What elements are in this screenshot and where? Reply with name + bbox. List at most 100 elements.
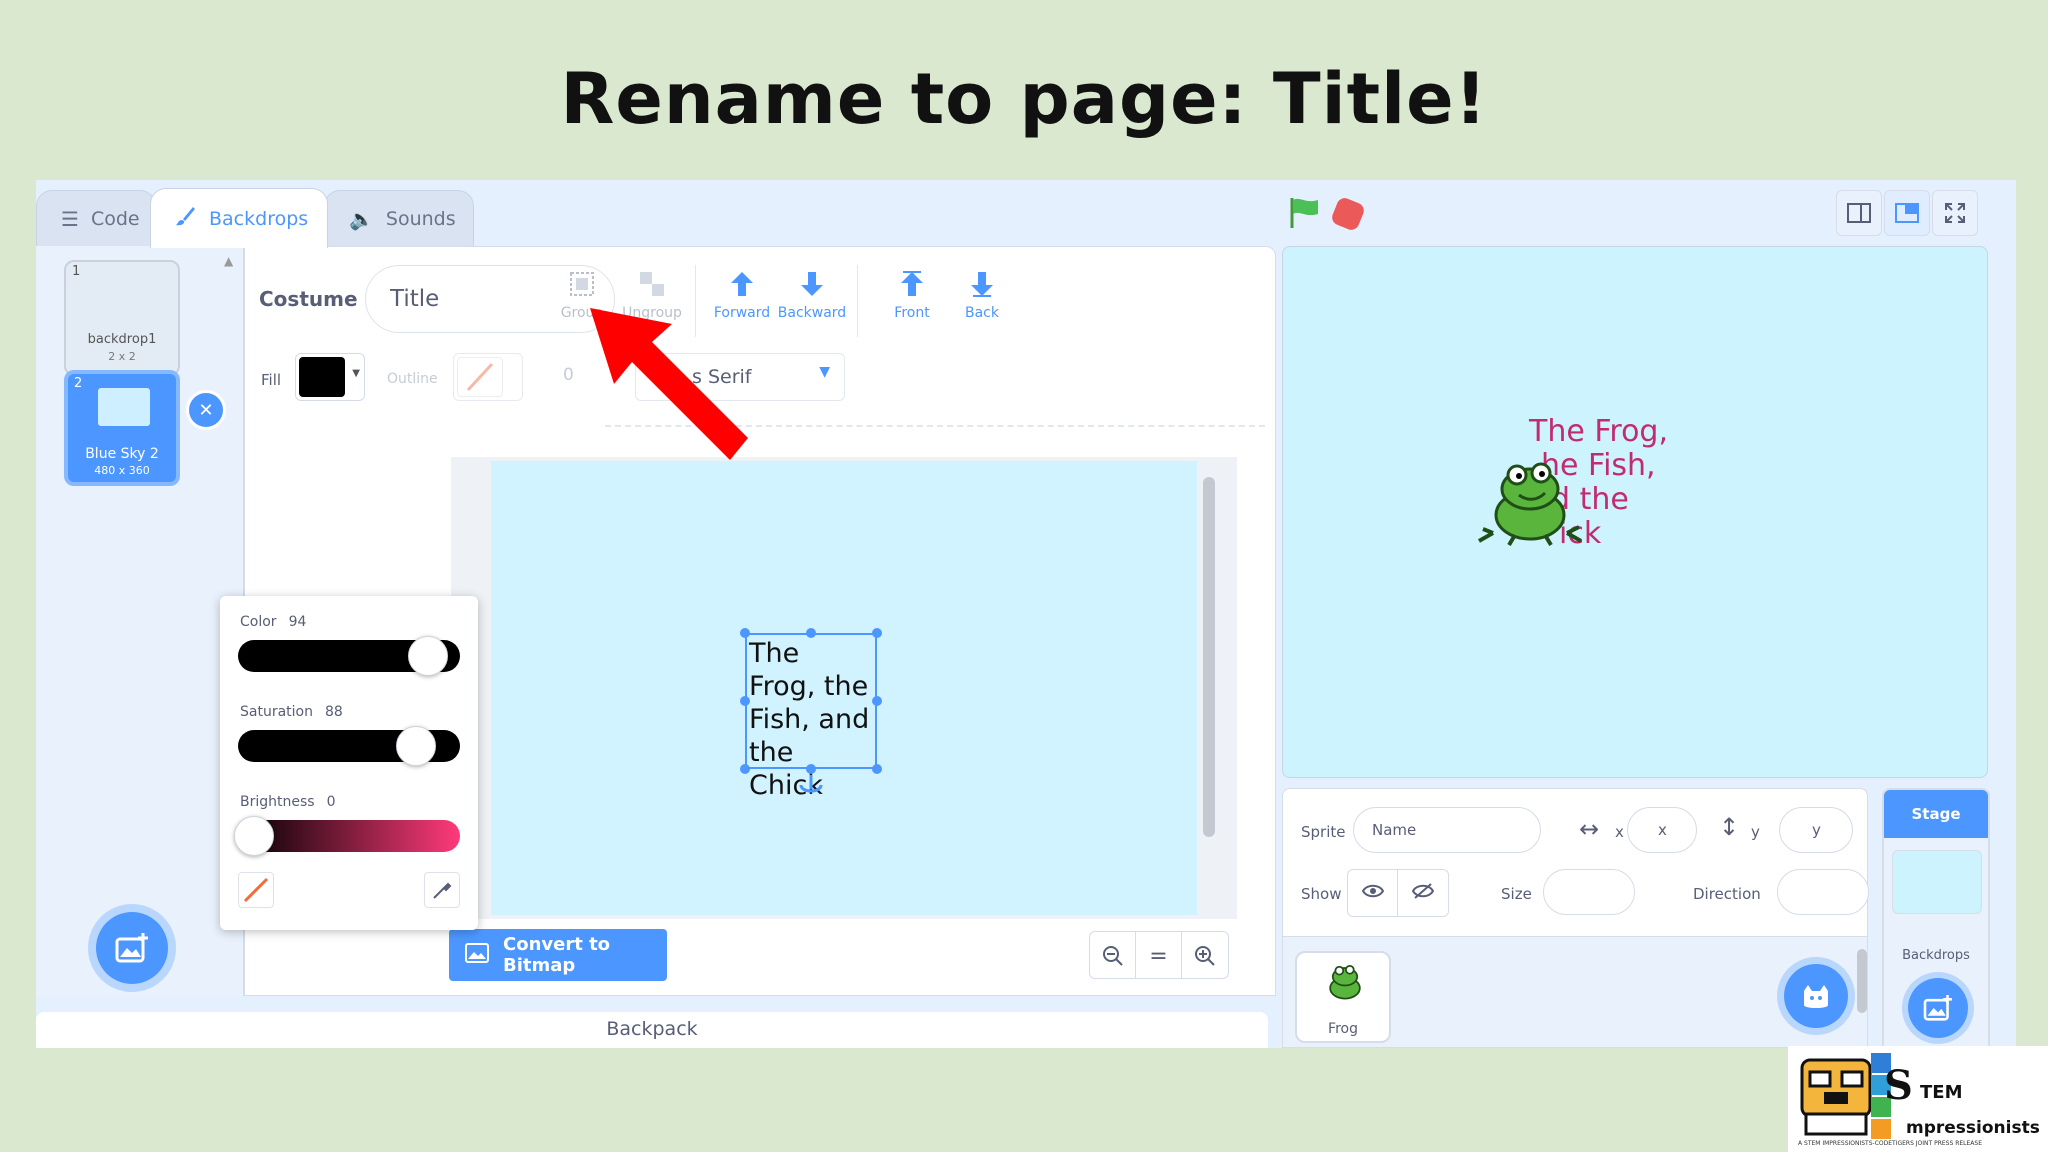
no-fill-button[interactable] <box>238 872 274 908</box>
fill-color-swatch[interactable]: ▼ <box>295 353 365 401</box>
x-input[interactable]: x <box>1627 807 1697 853</box>
x-placeholder: x <box>1658 821 1667 839</box>
resize-handle[interactable] <box>740 696 750 706</box>
eyedropper-button[interactable] <box>424 872 460 908</box>
small-stage-icon <box>1847 203 1871 223</box>
y-label: y <box>1751 823 1760 841</box>
backward-button[interactable]: Backward <box>777 269 847 321</box>
small-stage-button[interactable] <box>1836 190 1882 236</box>
show-visible-button[interactable] <box>1348 870 1398 916</box>
large-stage-button[interactable] <box>1884 190 1930 236</box>
scroll-up-arrow[interactable]: ▲ <box>224 254 233 268</box>
y-input[interactable]: y <box>1779 807 1853 853</box>
dropdown-caret-icon: ▼ <box>819 364 830 380</box>
slide-title: Rename to page: Title! <box>560 58 1488 140</box>
eye-icon <box>1361 883 1384 903</box>
color-picker-popover: Color 94 Saturation 88 Brightness 0 <box>220 596 478 930</box>
saturation-slider-knob[interactable] <box>396 726 436 766</box>
no-color-icon <box>243 877 269 903</box>
choose-backdrop-button[interactable] <box>96 912 168 984</box>
backdrop-item-selected[interactable]: 2 Blue Sky 2 480 x 360 <box>64 370 180 486</box>
eyedropper-icon <box>433 882 452 899</box>
size-input[interactable] <box>1543 869 1635 915</box>
tab-sounds[interactable]: 🔈 Sounds <box>324 190 474 246</box>
choose-stage-backdrop-button[interactable] <box>1908 978 1968 1038</box>
show-toggle <box>1347 869 1449 917</box>
image-icon <box>465 942 489 968</box>
resize-handle[interactable] <box>806 628 816 638</box>
outline-color-swatch[interactable] <box>453 353 523 401</box>
delete-backdrop-button[interactable]: ✕ <box>186 390 226 430</box>
brightness-slider-knob[interactable] <box>234 816 274 856</box>
canvas-scrollbar[interactable] <box>1203 477 1215 837</box>
add-image-icon <box>1923 995 1952 1021</box>
color-value: 94 <box>288 614 307 630</box>
sprite-label: Sprite <box>1301 823 1346 841</box>
stop-icon[interactable] <box>1329 195 1367 233</box>
green-flag-icon[interactable] <box>1288 196 1322 230</box>
cat-plus-icon <box>1804 985 1828 1008</box>
sprite-name-input[interactable]: Name <box>1353 807 1541 853</box>
fill-label: Fill <box>261 371 282 389</box>
scratch-editor: ☰ Code Backdrops 🔈 Sounds ▲ 1 backdrop1 … <box>36 180 2016 1048</box>
convert-label: Convert to Bitmap <box>503 934 611 976</box>
sprite-tile[interactable]: Frog <box>1295 951 1391 1043</box>
choose-sprite-button[interactable] <box>1784 964 1848 1028</box>
resize-handle[interactable] <box>872 628 882 638</box>
tab-code-label: Code <box>90 207 140 230</box>
tab-backdrops-label: Backdrops <box>209 207 309 230</box>
outline-width-value[interactable]: 0 <box>563 365 574 385</box>
tab-backdrops[interactable]: Backdrops <box>150 188 328 248</box>
direction-input[interactable] <box>1777 869 1869 915</box>
resize-handle[interactable] <box>740 764 750 774</box>
front-icon <box>901 271 923 296</box>
canvas-text-box[interactable]: The Frog, the Fish, and the Chick <box>745 633 877 801</box>
back-button[interactable]: Back <box>947 269 1017 321</box>
zoom-reset-button[interactable]: = <box>1136 932 1182 978</box>
stage-target-pane[interactable]: Stage Backdrops <box>1882 788 1990 1048</box>
backdrops-label: Backdrops <box>1902 948 1970 963</box>
size-label: Size <box>1501 885 1532 903</box>
costume-label: Costume <box>259 287 358 311</box>
backdrop-item[interactable]: 1 backdrop1 2 x 2 <box>64 260 180 376</box>
color-slider-knob[interactable] <box>408 636 448 676</box>
color-label: Color 94 <box>240 614 306 630</box>
show-hidden-button[interactable] <box>1398 870 1448 916</box>
paintbrush-icon <box>175 205 197 232</box>
frog-sprite[interactable] <box>1475 455 1585 547</box>
backdrop-name: Blue Sky 2 <box>85 446 159 462</box>
stage[interactable]: The Frog, he Fish, d the ick <box>1282 246 1988 778</box>
zoom-out-button[interactable] <box>1090 932 1136 978</box>
tab-sounds-label: Sounds <box>385 207 456 230</box>
x-label: x <box>1615 823 1624 841</box>
vertical-arrows-icon: ↕ <box>1719 813 1740 841</box>
backpack-bar[interactable]: Backpack <box>36 1012 1268 1048</box>
backward-icon <box>801 272 823 296</box>
resize-handle[interactable] <box>872 696 882 706</box>
rotate-handle-icon[interactable] <box>795 773 827 797</box>
frog-thumbnail-icon <box>1329 964 1361 1000</box>
backdrop-name: backdrop1 <box>87 332 157 347</box>
fullscreen-button[interactable] <box>1932 190 1978 236</box>
sprite-list-scrollbar[interactable] <box>1857 949 1867 1013</box>
backdrop-size: 480 x 360 <box>94 464 150 477</box>
resize-handle[interactable] <box>740 628 750 638</box>
brightness-label-text: Brightness <box>240 794 315 810</box>
brightness-label: Brightness 0 <box>240 794 336 810</box>
red-arrow-annotation <box>590 308 748 460</box>
sprite-list: Frog <box>1282 936 1868 1048</box>
paint-canvas[interactable]: The Frog, the Fish, and the Chick <box>491 461 1197 915</box>
tab-code[interactable]: ☰ Code <box>36 190 156 246</box>
front-button[interactable]: Front <box>877 269 947 321</box>
zoom-controls: = <box>1089 931 1229 979</box>
zoom-in-button[interactable] <box>1182 932 1228 978</box>
backward-label: Backward <box>777 305 847 321</box>
zoom-in-icon <box>1195 946 1215 966</box>
back-label: Back <box>965 305 999 321</box>
resize-handle[interactable] <box>872 764 882 774</box>
convert-to-bitmap-button[interactable]: Convert to Bitmap <box>449 929 667 981</box>
backdrop-size: 2 x 2 <box>108 350 136 363</box>
tiger-mascot-icon <box>1800 1058 1872 1136</box>
ungroup-icon <box>640 272 664 296</box>
toolbar-divider <box>857 265 858 337</box>
